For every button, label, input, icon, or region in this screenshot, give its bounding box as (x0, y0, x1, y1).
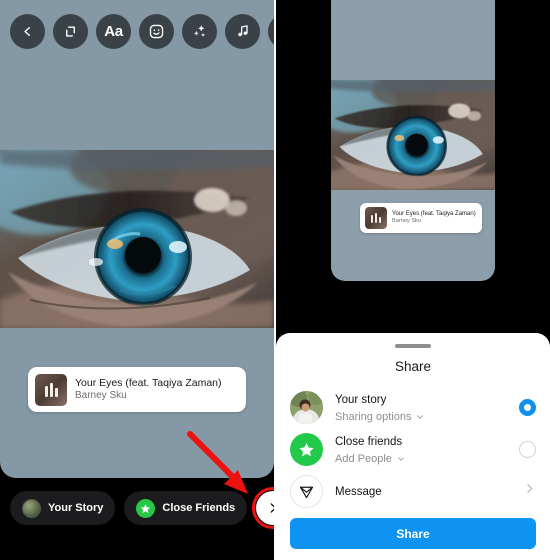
music-track-title: Your Eyes (feat. Taqiya Zaman) (75, 376, 222, 389)
preview-photo-eye (331, 80, 495, 190)
sharing-options-label: Sharing options (335, 411, 412, 424)
avatar (22, 498, 41, 518)
your-story-label: Your Story (48, 502, 104, 514)
preview-music-metadata: Your Eyes (feat. Taqiya Zaman) Barney Sk… (392, 211, 476, 225)
eye-photo-graphic (0, 150, 274, 328)
preview-album-art-thumbnail (365, 207, 387, 229)
music-button[interactable] (225, 13, 260, 49)
close-friends-title: Close friends (335, 436, 403, 449)
preview-music-sticker-card: Your Eyes (feat. Taqiya Zaman) Barney Sk… (360, 203, 482, 233)
music-sticker-card[interactable]: Your Eyes (feat. Taqiya Zaman) Barney Sk… (28, 367, 246, 412)
add-people-label: Add People (335, 453, 392, 466)
sticker-button[interactable] (139, 13, 174, 49)
message-title: Message (335, 485, 382, 498)
message-chevron[interactable] (523, 482, 536, 500)
preview-eye-graphic (331, 80, 495, 190)
your-story-text: Your story Sharing options (335, 389, 507, 424)
avatar-graphic (290, 390, 323, 424)
music-metadata: Your Eyes (feat. Taqiya Zaman) Barney Sk… (75, 377, 222, 403)
effects-button[interactable] (182, 13, 217, 49)
close-friends-subtitle[interactable]: Add People (335, 452, 507, 466)
music-artist-name: Barney Sku (75, 389, 127, 401)
more-options-button[interactable] (268, 13, 274, 49)
effects-icon (193, 24, 206, 37)
story-photo-eye (0, 150, 274, 328)
annotation-arrow (187, 431, 248, 494)
back-button[interactable] (10, 13, 45, 49)
chevron-right-icon (527, 484, 533, 493)
your-story-pill[interactable]: Your Story (10, 491, 116, 525)
preview-music-track-title: Your Eyes (feat. Taqiya Zaman) (392, 210, 476, 217)
right-panel-share-sheet: Your Eyes (feat. Taqiya Zaman) Barney Sk… (276, 0, 550, 560)
preview-music-artist-name: Barney Sku (392, 218, 421, 225)
album-art-thumbnail (35, 373, 67, 406)
star-icon (290, 432, 323, 466)
sticker-icon (149, 24, 164, 38)
expand-button[interactable] (53, 13, 88, 49)
share-row-your-story[interactable]: Your story Sharing options (276, 386, 550, 428)
screenshot-root: Your Eyes (feat. Taqiya Zaman) Barney Sk… (0, 0, 550, 560)
close-friends-label: Close Friends (162, 502, 236, 514)
equalizer-icon (371, 213, 381, 223)
avatar (290, 390, 323, 424)
back-icon (24, 26, 31, 36)
close-friends-text: Close friends Add People (335, 431, 507, 466)
sheet-drag-handle[interactable] (395, 344, 431, 348)
text-button[interactable]: Aa (96, 13, 131, 49)
story-canvas[interactable]: Your Eyes (feat. Taqiya Zaman) Barney Sk… (0, 0, 274, 478)
close-friends-radio[interactable] (519, 440, 536, 458)
equalizer-icon (44, 382, 58, 397)
your-story-subtitle[interactable]: Sharing options (335, 410, 507, 424)
sheet-title: Share (394, 359, 432, 374)
story-preview-card[interactable]: Your Eyes (feat. Taqiya Zaman) Barney Sk… (331, 0, 495, 281)
chevron-down-icon (397, 457, 404, 462)
expand-icon (66, 25, 75, 37)
share-button[interactable]: Share (290, 518, 536, 549)
share-row-message[interactable]: Message (276, 470, 550, 512)
chevron-down-icon (417, 415, 424, 420)
editor-toolbar: Aa (0, 0, 274, 62)
text-icon: Aa (104, 22, 123, 40)
share-sheet: Share Your story Sharing options Close f… (276, 333, 550, 560)
music-icon (237, 25, 248, 37)
paper-plane-icon (290, 474, 323, 508)
your-story-title: Your story (335, 394, 387, 407)
message-text: Message (335, 481, 511, 502)
share-row-close-friends[interactable]: Close friends Add People (276, 428, 550, 470)
star-icon (136, 498, 156, 518)
your-story-radio[interactable] (519, 398, 536, 416)
left-panel-story-editor: Your Eyes (feat. Taqiya Zaman) Barney Sk… (0, 0, 274, 560)
